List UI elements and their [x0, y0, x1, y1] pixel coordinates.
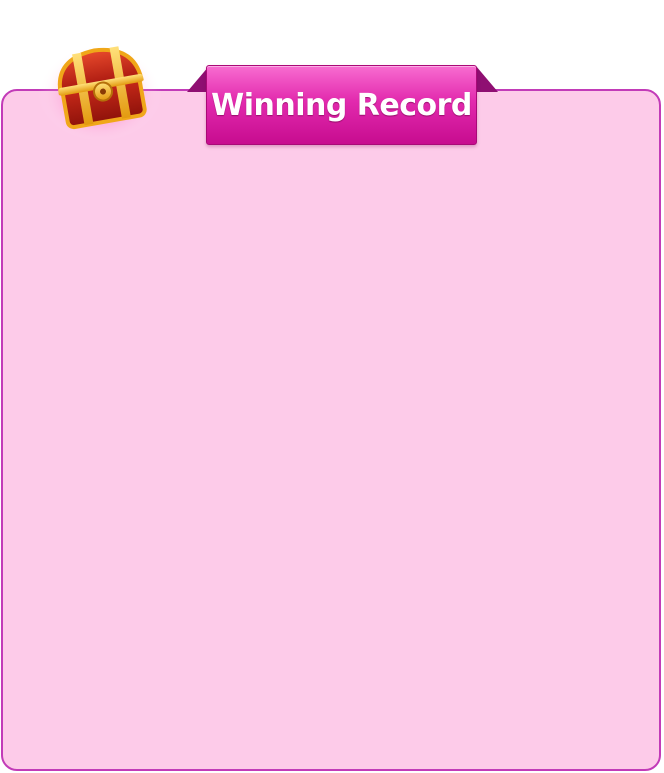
- treasure-chest-icon: [38, 40, 162, 140]
- title-ribbon: Winning Record: [206, 65, 477, 145]
- ribbon-fold-right: [476, 66, 498, 92]
- winning-record-screen: Winning Record: [0, 0, 664, 773]
- winning-record-panel: [1, 89, 661, 771]
- panel-title: Winning Record: [211, 87, 472, 123]
